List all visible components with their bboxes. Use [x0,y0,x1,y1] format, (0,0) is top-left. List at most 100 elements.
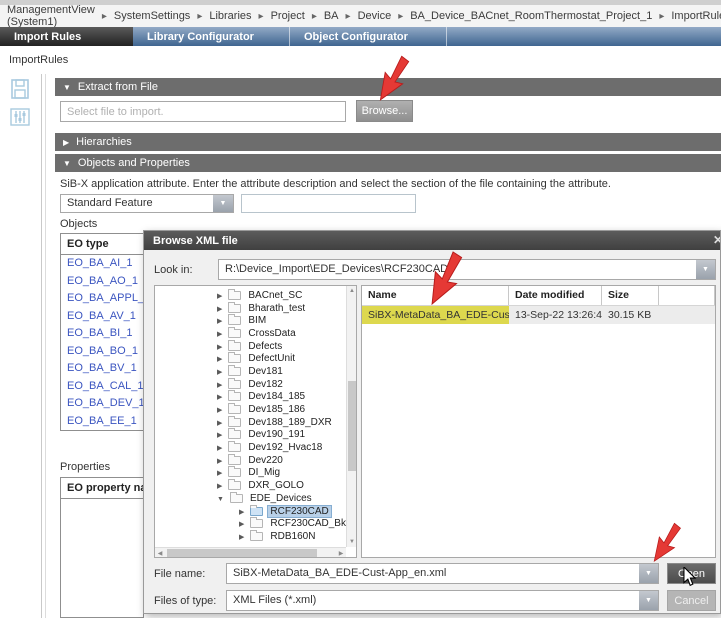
tree-expand-icon[interactable] [217,493,230,504]
tree-expand-icon[interactable] [217,442,228,453]
dropdown-arrow-icon[interactable]: ▼ [696,260,715,279]
tree-folder-row[interactable]: RCF230CAD [155,505,345,518]
eo-type-row[interactable]: EO_BA_APPL_Room [61,290,143,308]
scroll-right-icon[interactable]: ▶ [336,548,346,558]
tree-folder-row[interactable]: BIM [155,314,345,327]
column-header-date[interactable]: Date modified [509,286,602,305]
eo-type-table: EO type EO_BA_AI_1 EO_BA_AO_1 EO_BA_APPL… [60,233,144,431]
folder-icon [228,430,241,439]
left-toolbar [0,74,42,618]
file-name-combobox[interactable]: SiBX-MetaData_BA_EDE-Cust-App_en.xml ▼ [226,563,659,584]
eo-type-row[interactable]: EO_BA_BI_1 [61,325,143,343]
tree-expand-icon[interactable] [217,290,228,301]
tree-folder-row[interactable]: BACnet_SC [155,289,345,302]
tree-folder-row[interactable]: EDE_Devices [155,492,345,505]
tree-folder-row[interactable]: Dev185_186 [155,403,345,416]
eo-type-row[interactable]: EO_BA_BV_1 [61,360,143,378]
tree-folder-row[interactable]: Dev182 [155,378,345,391]
files-of-type-combobox[interactable]: XML Files (*.xml) ▼ [226,590,659,611]
eo-type-row[interactable]: EO_BA_AV_1 [61,308,143,326]
tree-folder-row[interactable]: DXR_GOLO [155,479,345,492]
tree-folder-row[interactable]: Dev220 [155,454,345,467]
column-header-name[interactable]: Name [362,286,509,305]
tree-expand-icon[interactable] [217,417,228,428]
folder-icon [228,316,241,325]
folder-icon [228,367,241,376]
tree-expand-icon[interactable] [217,379,228,390]
tree-expand-icon[interactable] [239,518,250,529]
tree-expand-icon[interactable] [217,328,228,339]
tree-vertical-scrollbar[interactable]: ▲ ▼ [346,286,356,547]
browse-button[interactable]: Browse... [356,100,413,122]
scroll-down-icon[interactable]: ▼ [347,537,357,547]
dropdown-arrow-icon[interactable]: ▼ [639,591,658,610]
eo-type-row[interactable]: EO_BA_AO_1 [61,273,143,291]
tree-folder-row[interactable]: DI_Mig [155,467,345,480]
dropdown-arrow-icon[interactable]: ▼ [639,564,658,583]
cancel-button[interactable]: Cancel [667,590,716,611]
tree-expand-icon[interactable] [217,366,228,377]
scroll-left-icon[interactable]: ◀ [155,548,165,558]
tree-folder-row[interactable]: Dev184_185 [155,391,345,404]
open-button[interactable]: Open [667,563,716,584]
tree-folder-row[interactable]: CrossData [155,327,345,340]
tree-expand-icon[interactable] [217,341,228,352]
attribute-description-text: SiB-X application attribute. Enter the a… [60,178,611,190]
dropdown-arrow-icon[interactable]: ▼ [213,195,233,212]
tree-folder-row[interactable]: RCF230CAD_Bkp [155,517,345,530]
tree-horizontal-scrollbar[interactable]: ◀ ▶ [155,547,346,557]
look-in-combobox[interactable]: R:\Device_Import\EDE_Devices\RCF230CAD ▼ [218,259,716,280]
section-header-hierarchies[interactable]: ▶ Hierarchies [55,133,721,151]
eo-type-row[interactable]: EO_BA_EE_1 [61,413,143,431]
scroll-up-icon[interactable]: ▲ [347,286,357,296]
scrollbar-thumb[interactable] [348,381,356,471]
eo-type-row[interactable]: EO_BA_CAL_1 [61,378,143,396]
expand-arrow-icon: ▶ [63,138,69,147]
folder-icon [228,481,241,490]
file-name-cell-highlighted[interactable]: SiBX-MetaData_BA_EDE-Cus... [362,306,509,324]
tree-expand-icon[interactable] [217,455,228,466]
eo-type-row[interactable]: EO_BA_BO_1 [61,343,143,361]
attribute-description-input[interactable] [241,194,416,213]
tree-folder-row[interactable]: Defects [155,340,345,353]
section-header-objects-properties[interactable]: ▼ Objects and Properties [55,154,721,172]
tree-expand-icon[interactable] [239,506,250,517]
eo-type-row[interactable]: EO_BA_AI_1 [61,255,143,273]
folder-icon [228,443,241,452]
tree-folder-row[interactable]: RDB160N [155,530,345,543]
tree-expand-icon[interactable] [217,480,228,491]
column-header-extra [659,286,715,305]
tree-folder-row[interactable]: Dev188_189_DXR [155,416,345,429]
tree-expand-icon[interactable] [217,391,228,402]
section-header-extract[interactable]: ▼ Extract from File [55,78,721,96]
tree-expand-icon[interactable] [217,353,228,364]
tree-expand-icon[interactable] [217,467,228,478]
tree-folder-row[interactable]: Bharath_test [155,302,345,315]
tree-folder-row[interactable]: Dev192_Hvac18 [155,441,345,454]
tree-expand-icon[interactable] [217,429,228,440]
tree-folder-row[interactable]: Dev181 [155,365,345,378]
column-header-size[interactable]: Size [602,286,659,305]
file-list: Name Date modified Size SiBX-MetaData_BA… [361,285,716,558]
folder-icon [228,380,241,389]
tree-expand-icon[interactable] [217,404,228,415]
eo-property-header: EO property name [61,478,143,499]
tree-folder-row[interactable]: DefectUnit [155,352,345,365]
tree-expand-icon[interactable] [217,303,228,314]
scrollbar-thumb[interactable] [167,549,317,557]
eo-type-row[interactable]: EO_BA_DEV_1 [61,395,143,413]
files-of-type-label: Files of type: [154,595,226,607]
save-icon[interactable] [9,78,31,100]
tree-expand-icon[interactable] [217,315,228,326]
file-list-row[interactable]: SiBX-MetaData_BA_EDE-Cus... 13-Sep-22 13… [362,306,715,324]
folder-icon [250,532,263,541]
feature-select[interactable]: Standard Feature ▼ [60,194,234,213]
close-icon[interactable]: ✕ [713,233,720,247]
filter-sliders-icon[interactable] [9,106,31,128]
import-file-input[interactable] [60,101,346,122]
tree-folder-row[interactable]: Dev190_191 [155,429,345,442]
folder-icon [230,494,243,503]
tree-expand-icon[interactable] [239,531,250,542]
browse-xml-dialog: Browse XML file ✕ Look in: R:\Device_Imp… [143,230,721,614]
dialog-title-bar[interactable]: Browse XML file ✕ [144,231,720,250]
